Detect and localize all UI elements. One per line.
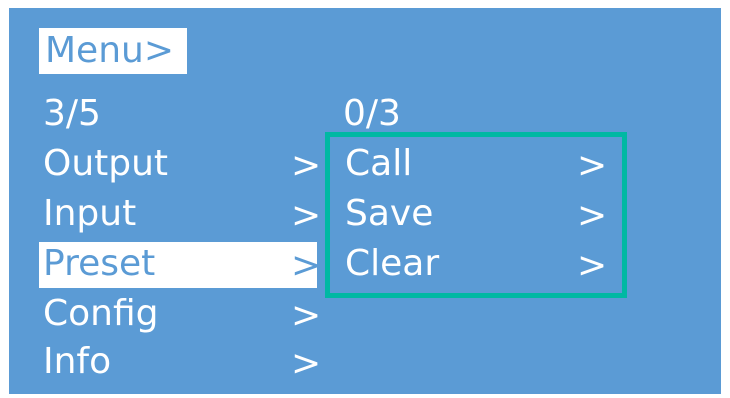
menu-screen: Menu> 3/5 0/3 Output > Input > Preset > … [9,8,721,394]
menu-item-label: Info [43,341,112,382]
chevron-right-icon: > [291,145,322,186]
menu-item-label: Output [43,143,169,184]
submenu-counter: 0/3 [343,93,401,134]
chevron-right-icon: > [291,295,322,336]
chevron-right-icon: > [291,343,322,384]
menu-counter: 3/5 [43,93,101,134]
menu-item-label: Input [43,193,137,234]
menu-title: Menu> [39,28,187,74]
submenu-highlight-frame [325,132,627,298]
menu-item-label: Preset [43,243,156,284]
chevron-right-icon: > [291,195,322,236]
menu-item-label: Config [43,293,159,334]
chevron-right-icon: > [291,245,322,286]
